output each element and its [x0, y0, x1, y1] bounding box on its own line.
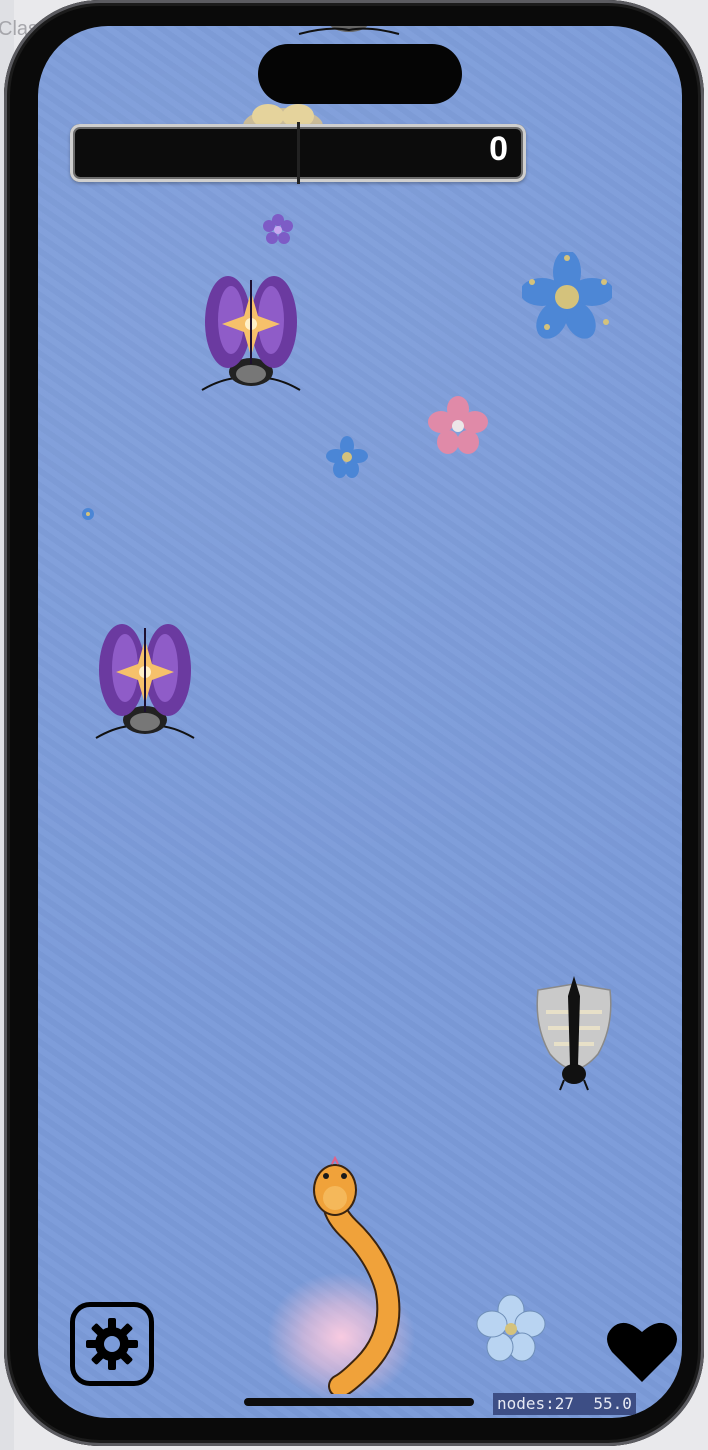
beetle-sprite-offscreen: [298, 26, 400, 35]
home-indicator: [244, 1398, 474, 1406]
heart-icon[interactable]: [606, 1318, 678, 1384]
flower-sprite: [476, 1294, 546, 1362]
flower-sprite: [428, 396, 488, 454]
flower-sprite: [263, 214, 293, 244]
debug-stats: nodes:27 55.0: [493, 1393, 636, 1415]
moth-sprite: [536, 976, 612, 1091]
game-screen[interactable]: 0 nodes:27 55.0: [38, 26, 682, 1418]
gear-icon: [86, 1318, 138, 1370]
dynamic-island: [258, 44, 462, 104]
beetle-sprite: [201, 276, 301, 391]
score-divider: [297, 122, 300, 184]
snake-player[interactable]: [304, 1154, 404, 1394]
flower-sprite: [82, 508, 94, 520]
beetle-sprite: [95, 624, 195, 739]
stats-fps: 55.0: [593, 1394, 632, 1413]
score-value: 0: [489, 130, 508, 168]
flower-sprite: [522, 252, 612, 339]
score-bar: 0: [70, 122, 526, 184]
stats-nodes: nodes:27: [497, 1394, 575, 1413]
flower-sprite: [326, 436, 368, 478]
phone-frame: 0 nodes:27 55.0: [4, 0, 704, 1446]
settings-button[interactable]: [70, 1302, 154, 1386]
